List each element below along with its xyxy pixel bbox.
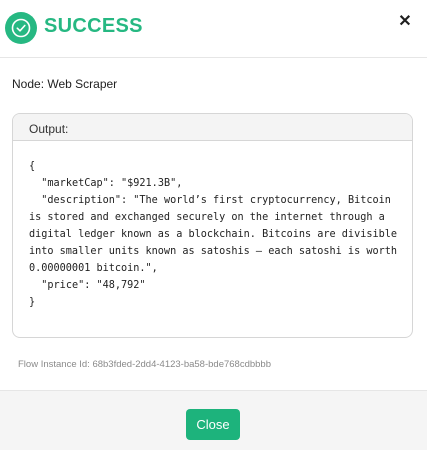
output-panel: Output: { "marketCap": "$921.3B", "descr… — [12, 113, 413, 338]
dialog-title: SUCCESS — [44, 15, 143, 37]
flow-instance-id: Flow Instance Id: 68b3fded-2dd4-4123-ba5… — [18, 359, 271, 370]
close-icon[interactable]: ✕ — [396, 12, 414, 32]
node-label: Node: Web Scraper — [12, 77, 118, 91]
dialog-footer: Close — [0, 390, 427, 450]
dialog-header: SUCCESS ✕ — [0, 0, 427, 58]
output-content: { "marketCap": "$921.3B", "description":… — [29, 161, 398, 308]
check-circle-icon — [5, 12, 37, 44]
close-button[interactable]: Close — [186, 409, 240, 440]
output-label: Output: — [13, 114, 412, 141]
